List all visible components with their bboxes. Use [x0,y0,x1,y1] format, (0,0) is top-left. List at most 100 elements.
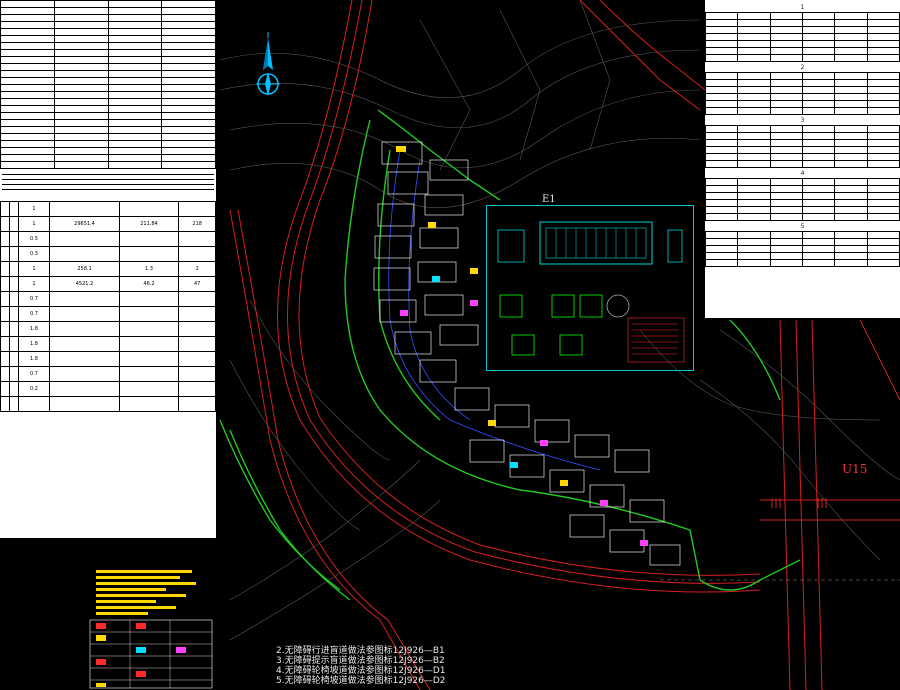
table-cell [178,306,216,322]
table-cell [53,56,109,64]
table-cell [49,396,120,412]
building-table-caption: 1 [800,4,805,11]
table-cell [801,100,836,108]
detail-drawing-frame [486,205,694,371]
parking-table: 1 1 29651.4 211.84 218 0.5 0.3 1 258.1 1.3 2 1 4521.… [0,201,216,412]
table-cell [866,160,900,168]
table-cell [705,146,739,154]
table-cell [769,192,803,200]
building-area-panel: 1 2 3 4 5 [705,0,900,318]
table-cell [53,147,109,155]
table-row: 1.8 [0,351,216,367]
table-row [0,133,216,141]
table-cell: 4521.2 [49,276,120,292]
table-cell [834,72,868,80]
table-cell [118,336,180,352]
table-row: 0.7 [0,366,216,382]
table-cell [49,336,120,352]
table-cell [53,42,109,50]
table-cell [705,86,739,94]
table-cell [178,381,216,397]
table-cell [801,72,836,80]
table-row [705,107,900,115]
table-cell [0,321,10,337]
table-cell [737,93,771,101]
table-cell [53,126,109,134]
table-cell [801,259,836,267]
table-cell [769,12,803,20]
table-cell [801,47,836,55]
table-row [705,259,900,267]
table-row: 0.7 [0,306,216,322]
table-cell [0,201,10,217]
table-cell [834,33,868,41]
table-cell [0,119,55,127]
table-row [705,153,900,161]
building-table-caption: 3 [800,117,805,124]
table-cell [0,161,55,169]
table-row [705,79,900,87]
table-cell [705,72,739,80]
table-cell [866,252,900,260]
table-cell [161,98,216,106]
table-cell [107,119,163,127]
table-cell [801,160,836,168]
table-cell [0,126,55,134]
table-cell [107,14,163,22]
building-area-table [705,231,900,267]
table-cell [53,77,109,85]
table-cell [53,119,109,127]
table-cell [705,245,739,253]
table-cell [769,139,803,147]
table-cell [53,7,109,15]
table-cell [0,7,55,15]
table-cell [801,40,836,48]
table-cell [801,185,836,193]
table-cell [178,351,216,367]
table-row: 0.7 [0,291,216,307]
table-cell [178,246,216,262]
table-cell [866,185,900,193]
table-cell [705,125,739,133]
table-cell [53,84,109,92]
table-cell [107,42,163,50]
building-table-caption: 4 [800,170,805,177]
table-cell [161,7,216,15]
indicator-table [0,0,216,169]
table-cell [866,153,900,161]
table-cell [8,321,19,337]
table-cell [801,231,836,239]
table-row [0,396,216,412]
table-cell [161,56,216,64]
table-cell: 0.5 [17,231,51,247]
table-row: 1 29651.4 211.84 218 [0,216,216,232]
table-row [0,140,216,148]
table-cell: 2 [178,261,216,277]
table-row [705,47,900,55]
table-cell [801,86,836,94]
table-cell [866,238,900,246]
table-row [705,86,900,94]
table-row [0,7,216,15]
table-cell [118,381,180,397]
table-row [705,146,900,154]
table-cell [705,213,739,221]
table-cell [53,21,109,29]
table-cell [769,47,803,55]
table-cell [161,91,216,99]
table-cell [8,336,19,352]
table-row [0,77,216,85]
table-cell [53,0,109,8]
table-cell [0,56,55,64]
table-cell [801,146,836,154]
table-cell [769,245,803,253]
table-row [705,132,900,140]
table-cell [834,146,868,154]
table-row [0,112,216,120]
table-row [0,42,216,50]
table-cell [107,56,163,64]
table-cell [0,112,55,120]
table-cell [53,140,109,148]
table-cell [0,21,55,29]
table-cell [769,54,803,62]
